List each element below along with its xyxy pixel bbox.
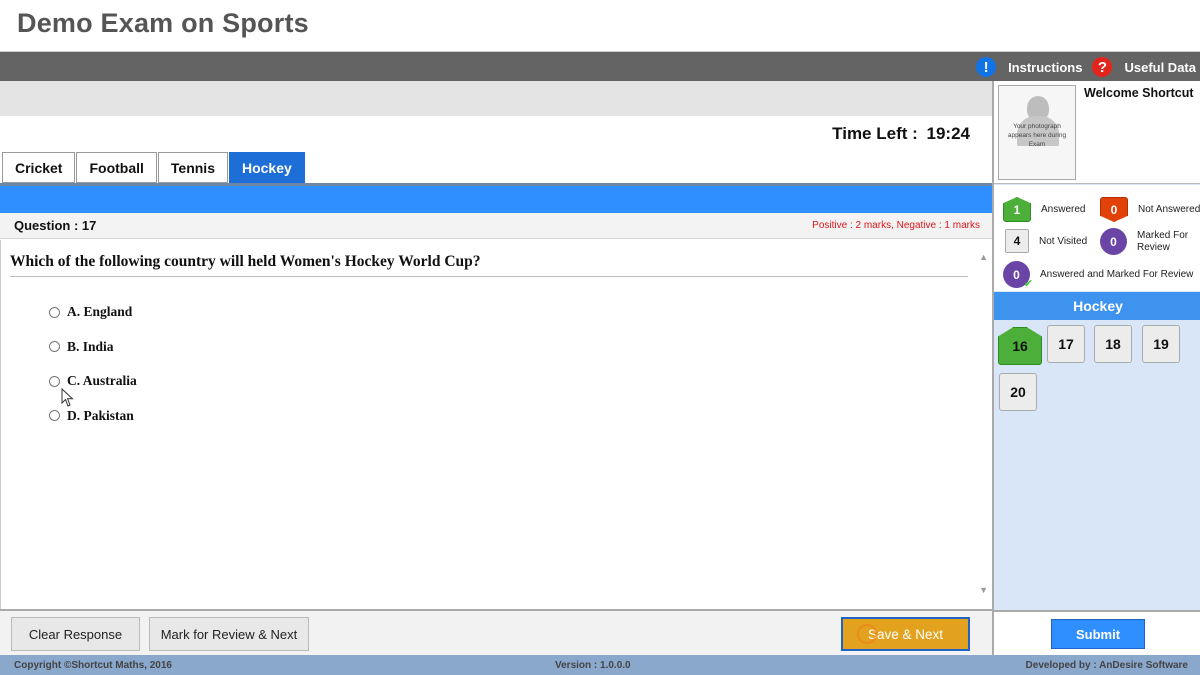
scroll-up-icon[interactable]: ▲	[979, 252, 988, 262]
palette-section-title: Hockey	[994, 292, 1200, 320]
palette-question-16[interactable]: 16	[998, 327, 1042, 365]
section-bar	[0, 186, 992, 213]
question-divider	[10, 276, 968, 277]
question-palette: 16 17 18 19 20	[994, 320, 1200, 610]
palette-question-19[interactable]: 19	[1142, 325, 1180, 363]
action-bar: Clear Response Mark for Review & Next Sa…	[0, 609, 992, 655]
footer-version: Version : 1.0.0.0	[555, 660, 631, 671]
question-palette-sidebar: Your photograph appears here during Exam…	[992, 81, 1200, 655]
tab-cricket[interactable]: Cricket	[2, 152, 76, 183]
option-b[interactable]: B. India	[49, 337, 137, 357]
footer-developer: Developed by : AnDesire Software	[1025, 660, 1188, 671]
answer-options: A. England B. India C. Australia D. Paki…	[49, 302, 137, 440]
tab-hockey[interactable]: Hockey	[228, 152, 305, 183]
subheader-strip	[0, 81, 992, 116]
option-a-radio[interactable]	[49, 306, 60, 318]
option-d-label: D. Pakistan	[67, 407, 134, 423]
option-c-label: C. Australia	[67, 373, 137, 388]
submit-button[interactable]: Submit	[1051, 619, 1145, 649]
legend-marked-review-label: Marked For Review	[1137, 229, 1189, 253]
question-panel: Which of the following country will held…	[0, 240, 992, 609]
answered-badge: 1	[1003, 197, 1031, 222]
useful-data-link[interactable]: ? Useful Data	[1092, 57, 1196, 77]
answered-marked-badge: 0 ✔	[1003, 261, 1033, 290]
question-header: Question : 17 Positive : 2 marks, Negati…	[0, 213, 992, 239]
timer-bar: Time Left : 19:24	[0, 116, 992, 151]
welcome-text: Welcome Shortcut	[1084, 86, 1194, 100]
not-answered-badge: 0	[1100, 197, 1128, 222]
option-a[interactable]: A. England	[49, 302, 137, 322]
instructions-link[interactable]: ! Instructions	[976, 57, 1082, 77]
submit-area: Submit	[994, 610, 1200, 655]
mark-review-next-button[interactable]: Mark for Review & Next	[149, 617, 309, 651]
useful-data-label: Useful Data	[1124, 59, 1196, 75]
status-legend: 1 Answered 0 Not Answered 4 Not Visited …	[994, 185, 1200, 291]
legend-not-answered: 0 Not Answered	[1100, 197, 1200, 222]
photo-caption: Your photograph appears here during Exam	[1007, 123, 1067, 148]
candidate-photo: Your photograph appears here during Exam	[998, 85, 1076, 180]
header: Demo Exam on Sports	[0, 0, 1200, 52]
palette-question-17[interactable]: 17	[1047, 325, 1085, 363]
legend-answered: 1 Answered	[1003, 197, 1085, 222]
legend-answered-marked-label: Answered and Marked For Review	[1040, 269, 1194, 280]
legend-answered-label: Answered	[1041, 204, 1086, 215]
candidate-profile: Your photograph appears here during Exam…	[994, 81, 1200, 184]
not-visited-badge: 4	[1005, 229, 1029, 253]
top-links: ! Instructions ? Useful Data	[966, 54, 1196, 80]
save-next-button[interactable]: Save & Next	[841, 617, 970, 651]
save-next-label: Save & Next	[867, 626, 944, 642]
checkmark-icon: ✔	[1023, 278, 1033, 290]
legend-marked-review: 0 Marked For Review	[1100, 228, 1200, 255]
option-b-radio[interactable]	[49, 341, 60, 352]
option-d[interactable]: D. Pakistan	[49, 406, 137, 426]
page-title: Demo Exam on Sports	[17, 8, 309, 38]
option-d-radio[interactable]	[49, 410, 60, 421]
time-left-value: 19:24	[926, 124, 970, 143]
question-text: Which of the following country will held…	[10, 253, 481, 270]
instructions-label: Instructions	[1008, 59, 1083, 75]
mouse-cursor-icon	[61, 388, 74, 407]
time-left-label: Time Left :	[832, 124, 918, 143]
clear-response-button[interactable]: Clear Response	[11, 617, 140, 651]
option-a-label: A. England	[67, 304, 133, 319]
legend-not-visited-label: Not Visited	[1039, 235, 1088, 247]
marked-review-badge: 0	[1100, 228, 1127, 255]
palette-question-18[interactable]: 18	[1094, 325, 1132, 363]
option-c-radio[interactable]	[49, 375, 60, 387]
palette-question-20[interactable]: 20	[999, 373, 1037, 411]
time-left: Time Left : 19:24	[832, 124, 970, 144]
click-ripple-icon	[857, 624, 877, 644]
legend-not-answered-label: Not Answered	[1138, 204, 1200, 215]
section-tabs: Cricket Football Tennis Hockey	[2, 152, 306, 183]
option-b-label: B. India	[67, 338, 114, 354]
exam-window: Demo Exam on Sports ! Instructions ? Use…	[0, 0, 1200, 675]
answered-marked-count: 0	[1013, 267, 1020, 282]
legend-not-visited: 4 Not Visited	[1005, 229, 1087, 253]
legend-answered-marked: 0 ✔ Answered and Marked For Review	[1003, 261, 1194, 290]
scroll-down-icon[interactable]: ▼	[979, 585, 988, 595]
help-icon: ?	[1092, 57, 1113, 77]
info-icon: !	[976, 57, 997, 77]
footer-copyright: Copyright ©Shortcut Maths, 2016	[14, 660, 172, 671]
tab-tennis[interactable]: Tennis	[157, 152, 228, 183]
tab-football[interactable]: Football	[76, 152, 157, 183]
marking-scheme: Positive : 2 marks, Negative : 1 marks	[812, 220, 980, 231]
question-number: Question : 17	[14, 218, 97, 233]
footer: Copyright ©Shortcut Maths, 2016 Version …	[0, 655, 1200, 675]
